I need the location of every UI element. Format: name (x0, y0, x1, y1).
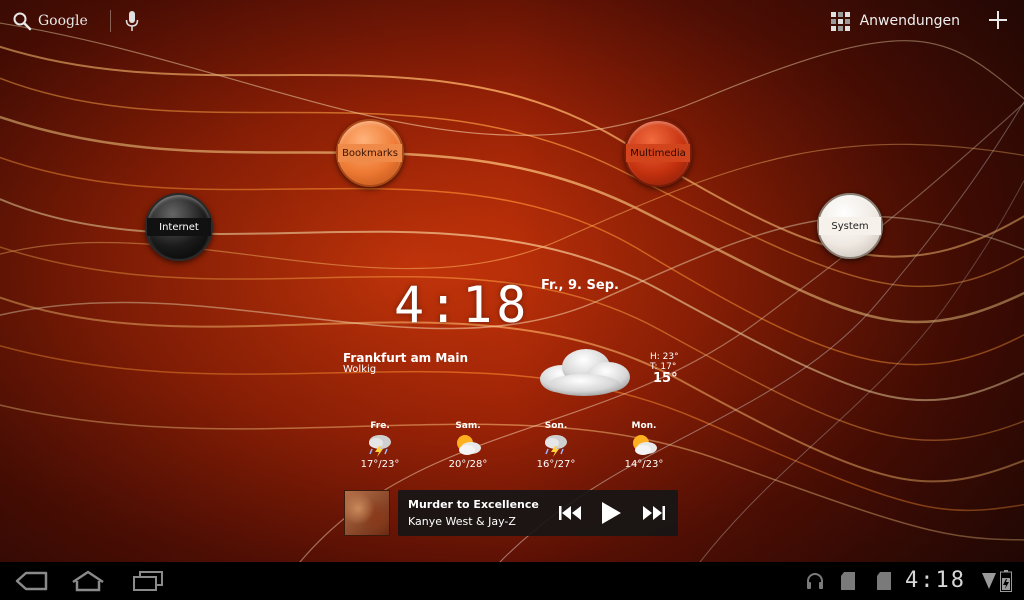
home-icon[interactable] (70, 570, 106, 592)
forecast-day-label: Mon. (631, 421, 657, 431)
sd-card-icon[interactable] (876, 571, 892, 591)
apps-button[interactable]: Anwendungen (830, 8, 960, 34)
clock-time[interactable]: 4:18 (394, 276, 530, 334)
folder-internet[interactable]: Internet (145, 193, 213, 261)
apps-grid-icon (830, 12, 850, 31)
previous-track-icon[interactable] (558, 504, 582, 522)
signal-icon[interactable] (981, 572, 997, 590)
folder-multimedia-label: Multimedia (626, 144, 690, 162)
apps-label[interactable]: Anwendungen (860, 13, 960, 29)
play-icon[interactable] (600, 501, 622, 525)
weather-city[interactable]: Frankfurt am Main (343, 351, 468, 365)
status-bar-time[interactable]: 4:18 (905, 568, 966, 593)
forecast-range: 16°/27° (536, 459, 576, 470)
track-artist: Kanye West & Jay-Z (408, 515, 516, 528)
weather-current-temp: 15° (653, 371, 678, 386)
weather-condition: Wolkig (343, 364, 377, 375)
thunderstorm-icon (369, 435, 391, 457)
folder-internet-label: Internet (147, 218, 211, 236)
music-panel[interactable]: Murder to Excellence Kanye West & Jay-Z (398, 490, 678, 536)
music-widget: Murder to Excellence Kanye West & Jay-Z (342, 490, 678, 536)
forecast-day-label: Son. (544, 421, 568, 431)
forecast-day-label: Sam. (455, 421, 481, 431)
partly-sunny-icon (457, 435, 481, 455)
forecast-range: 14°/23° (624, 459, 664, 470)
microphone-icon[interactable] (125, 10, 139, 32)
track-title: Murder to Excellence (408, 498, 539, 511)
google-search-bar[interactable]: Google (12, 8, 139, 34)
headphones-icon[interactable] (806, 572, 824, 590)
partly-sunny-icon (633, 435, 657, 455)
folder-system[interactable]: System (817, 193, 883, 259)
back-icon[interactable] (14, 570, 50, 592)
forecast-range: 20°/28° (448, 459, 488, 470)
clock-date: Fr., 9. Sep. (541, 278, 619, 293)
search-icon[interactable] (12, 11, 32, 31)
battery-icon[interactable] (1000, 570, 1012, 592)
sd-card-icon[interactable] (840, 571, 856, 591)
thunderstorm-icon (545, 435, 567, 457)
forecast-day-label: Fre. (370, 421, 390, 431)
system-bar: 4:18 (0, 562, 1024, 600)
forecast-day: Mon. 14°/23° (609, 421, 679, 470)
next-track-icon[interactable] (642, 504, 666, 522)
forecast-day: Sam. 20°/28° (433, 421, 503, 470)
home-screen: Google Anwendungen Internet Bookmarks Mu… (0, 0, 1024, 600)
add-icon[interactable] (986, 8, 1010, 32)
cloudy-icon (540, 349, 630, 396)
album-art[interactable] (344, 490, 390, 536)
folder-multimedia[interactable]: Multimedia (624, 119, 692, 187)
folder-bookmarks[interactable]: Bookmarks (336, 119, 404, 187)
forecast-range: 17°/23° (360, 459, 400, 470)
weather-high: H: 23° (650, 352, 679, 362)
forecast-day: Fre. 17°/23° (345, 421, 415, 470)
folder-bookmarks-label: Bookmarks (338, 144, 402, 162)
recent-apps-icon[interactable] (130, 570, 166, 592)
forecast-day: Son. 16°/27° (521, 421, 591, 470)
folder-system-label: System (819, 217, 881, 235)
google-search-label[interactable]: Google (38, 13, 88, 29)
search-divider (109, 10, 111, 32)
